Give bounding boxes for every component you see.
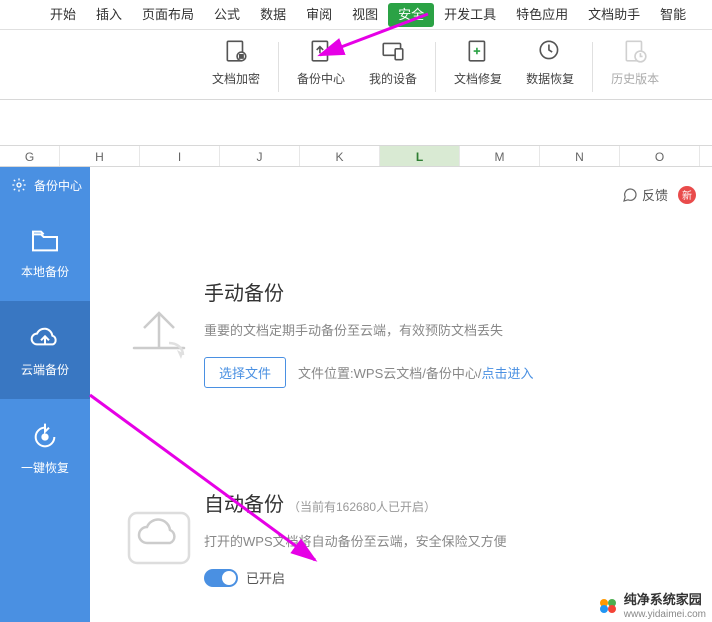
ribbon-tools: 文档加密 备份中心 我的设备 文档修复 数据恢复 历史版本 (0, 30, 712, 100)
watermark-url: www.yidaimei.com (624, 609, 706, 620)
sidebar-cloud-label: 云端备份 (21, 361, 69, 378)
auto-backup-status: 已开启 (246, 568, 285, 587)
tool-encrypt-label: 文档加密 (212, 70, 260, 87)
tool-divider (435, 42, 436, 92)
sidebar-title-label: 备份中心 (34, 177, 82, 194)
chat-icon (622, 187, 638, 203)
tool-my-device-label: 我的设备 (369, 70, 417, 87)
tool-doc-repair-label: 文档修复 (454, 70, 502, 87)
tool-divider (592, 42, 593, 92)
restore-icon (29, 421, 61, 453)
tab-view[interactable]: 视图 (342, 0, 388, 30)
col-header[interactable]: K (300, 146, 380, 166)
col-header[interactable]: N (540, 146, 620, 166)
recover-icon (537, 38, 563, 64)
tab-formula[interactable]: 公式 (204, 0, 250, 30)
sidebar-local-label: 本地备份 (21, 263, 69, 280)
tab-start[interactable]: 开始 (40, 0, 86, 30)
feedback-link[interactable]: 反馈 (622, 185, 668, 204)
tool-doc-repair[interactable]: 文档修复 (454, 38, 502, 87)
lock-doc-icon (223, 38, 249, 64)
tab-insert[interactable]: 插入 (86, 0, 132, 30)
feedback-label: 反馈 (642, 185, 668, 204)
watermark: 纯净系统家园 www.yidaimei.com (596, 589, 706, 620)
tool-encrypt[interactable]: 文档加密 (212, 38, 260, 87)
auto-backup-count: （当前有162680人已开启） (288, 498, 436, 515)
col-header[interactable]: G (0, 146, 60, 166)
auto-backup-title: 自动备份 (204, 488, 284, 517)
tab-special[interactable]: 特色应用 (506, 0, 578, 30)
repair-icon (465, 38, 491, 64)
tab-layout[interactable]: 页面布局 (132, 0, 204, 30)
column-headers: G H I J K L M N O (0, 145, 712, 167)
auto-backup-section: 自动备份 （当前有162680人已开启） 打开的WPS文档将自动备份至云端，安全… (114, 488, 688, 587)
history-icon (622, 38, 648, 64)
ribbon-tabs: 开始 插入 页面布局 公式 数据 审阅 视图 安全 开发工具 特色应用 文档助手… (0, 0, 712, 30)
tab-security[interactable]: 安全 (388, 3, 434, 27)
sidebar-restore[interactable]: 一键恢复 (0, 399, 90, 497)
file-location-label: 文件位置:WPS云文档/备份中心/ (298, 363, 481, 382)
tool-data-recover-label: 数据恢复 (526, 70, 574, 87)
col-header[interactable]: O (620, 146, 700, 166)
manual-backup-section: 手动备份 重要的文档定期手动备份至云端，有效预防文档丢失 选择文件 文件位置:W… (114, 277, 688, 388)
tool-history[interactable]: 历史版本 (611, 38, 659, 87)
cloud-upload-icon (29, 323, 61, 355)
sidebar-local-backup[interactable]: 本地备份 (0, 203, 90, 301)
panel-topbar: 反馈 新 (622, 185, 696, 204)
sidebar-cloud-backup[interactable]: 云端备份 (0, 301, 90, 399)
tab-devtools[interactable]: 开发工具 (434, 0, 506, 30)
backup-center-icon (308, 38, 334, 64)
choose-file-button[interactable]: 选择文件 (204, 357, 286, 388)
new-badge: 新 (678, 186, 696, 204)
manual-backup-title: 手动备份 (204, 277, 688, 306)
tab-review[interactable]: 审阅 (296, 0, 342, 30)
watermark-icon (596, 593, 620, 617)
auto-cloud-icon (114, 488, 204, 587)
col-header[interactable]: J (220, 146, 300, 166)
tool-my-device[interactable]: 我的设备 (369, 38, 417, 87)
backup-panel: 备份中心 本地备份 云端备份 一键恢复 反馈 新 (0, 167, 712, 622)
tab-smart[interactable]: 智能 (650, 0, 696, 30)
col-header-selected[interactable]: L (380, 146, 460, 166)
tool-backup-center-label: 备份中心 (297, 70, 345, 87)
sidebar-restore-label: 一键恢复 (21, 459, 69, 476)
backup-sidebar: 备份中心 本地备份 云端备份 一键恢复 (0, 167, 90, 622)
col-header[interactable]: M (460, 146, 540, 166)
tab-dochelper[interactable]: 文档助手 (578, 0, 650, 30)
tool-history-label: 历史版本 (611, 70, 659, 87)
col-header[interactable]: I (140, 146, 220, 166)
watermark-title: 纯净系统家园 (624, 589, 706, 608)
tool-data-recover[interactable]: 数据恢复 (526, 38, 574, 87)
device-icon (380, 38, 406, 64)
tab-data[interactable]: 数据 (250, 0, 296, 30)
col-header[interactable]: H (60, 146, 140, 166)
manual-upload-icon (114, 277, 204, 388)
manual-backup-desc: 重要的文档定期手动备份至云端，有效预防文档丢失 (204, 320, 688, 339)
sidebar-title: 备份中心 (0, 167, 90, 203)
tool-backup-center[interactable]: 备份中心 (297, 38, 345, 87)
gear-icon (10, 176, 28, 194)
enter-link[interactable]: 点击进入 (481, 363, 533, 382)
auto-backup-toggle[interactable] (204, 569, 238, 587)
folder-icon (29, 225, 61, 257)
auto-backup-desc: 打开的WPS文档将自动备份至云端，安全保险又方便 (204, 531, 688, 550)
content-area: 反馈 新 手动备份 重要的文档定期手动备份至云端，有效预防文档丢失 选择文件 文… (90, 167, 712, 622)
tool-divider (278, 42, 279, 92)
